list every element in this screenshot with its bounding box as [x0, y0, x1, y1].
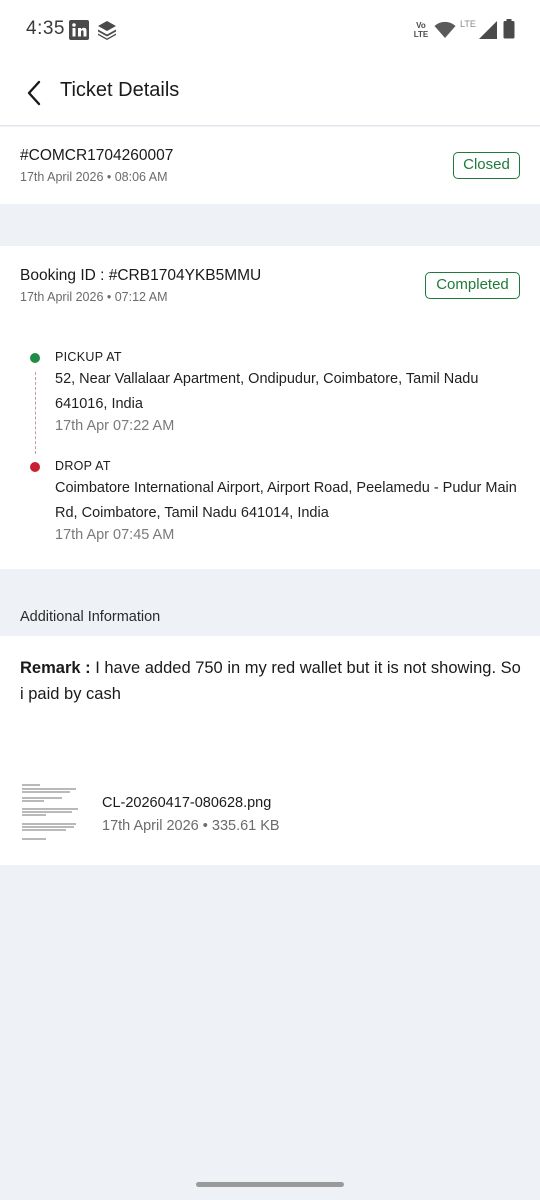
pickup-time: 17th Apr 07:22 AM — [55, 418, 175, 434]
ticket-datetime: 17th April 2026 • 08:06 AM — [20, 170, 168, 184]
drop-dot — [30, 462, 40, 472]
page-title: Ticket Details — [60, 79, 180, 101]
lte-label: LTE — [460, 19, 476, 29]
signal-icon — [479, 21, 497, 39]
ticket-id: #COMCR1704260007 — [20, 147, 174, 164]
attachment-name[interactable]: CL-20260417-080628.png — [102, 795, 271, 811]
pickup-dot — [30, 353, 40, 363]
layers-icon — [98, 21, 116, 40]
attachment-meta: 17th April 2026 • 335.61 KB — [102, 818, 280, 834]
additional-info-heading: Additional Information — [20, 609, 161, 625]
booking-datetime: 17th April 2026 • 07:12 AM — [20, 290, 168, 304]
home-indicator[interactable] — [196, 1182, 344, 1187]
drop-time: 17th Apr 07:45 AM — [55, 527, 175, 543]
wifi-icon — [434, 21, 456, 38]
route-line — [34, 372, 36, 454]
drop-address: Coimbatore International Airport, Airpor… — [55, 480, 517, 521]
volte-bottom-label: LTE — [413, 30, 429, 39]
volte-indicator: Vo LTE — [411, 21, 431, 39]
remark-text: Remark : I have added 750 in my red wall… — [20, 655, 525, 707]
status-time: 4:35 — [26, 18, 65, 39]
pickup-label: PICKUP AT — [55, 350, 122, 364]
ticket-status-badge: Closed — [453, 152, 520, 179]
volte-top-label: Vo — [416, 21, 426, 30]
battery-icon — [503, 19, 515, 39]
booking-status-badge: Completed — [425, 272, 520, 299]
back-button[interactable] — [18, 76, 52, 110]
linkedin-icon — [69, 20, 89, 40]
remark-body: I have added 750 in my red wallet but it… — [20, 659, 521, 703]
status-bar: 4:35 Vo LTE LTE — [0, 0, 540, 60]
drop-label: DROP AT — [55, 459, 111, 473]
pickup-address: 52, Near Vallalaar Apartment, Ondipudur,… — [55, 371, 479, 412]
booking-id: Booking ID : #CRB1704YKB5MMU — [20, 267, 262, 284]
attachment-thumbnail[interactable] — [20, 780, 82, 848]
app-header: Ticket Details — [0, 60, 540, 126]
remark-prefix: Remark : — [20, 659, 91, 677]
